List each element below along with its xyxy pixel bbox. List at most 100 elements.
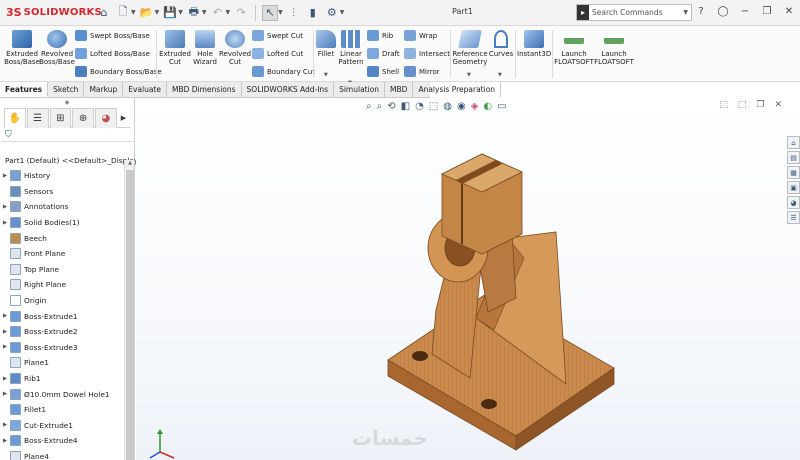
- print-dropdown-icon[interactable]: ▼: [202, 9, 207, 16]
- extruded-boss-button[interactable]: Extruded Boss/Base: [3, 30, 41, 66]
- expand-arrow-icon[interactable]: ▶: [0, 329, 10, 335]
- boundary-boss-button[interactable]: Boundary Boss/Base: [75, 66, 162, 77]
- rib-button[interactable]: Rib: [367, 30, 393, 41]
- tab-mbd-dimensions[interactable]: MBD Dimensions: [167, 82, 242, 97]
- tree-item-sensors[interactable]: Sensors: [0, 184, 124, 200]
- tree-item-history[interactable]: ▶ History: [0, 168, 124, 184]
- tab-sketch[interactable]: Sketch: [48, 82, 85, 97]
- curves-button[interactable]: Curves: [488, 30, 514, 58]
- revolved-cut-button[interactable]: Revolved Cut: [219, 30, 251, 66]
- scroll-up-icon[interactable]: ▲: [126, 160, 134, 168]
- expand-arrow-icon[interactable]: ▶: [0, 422, 10, 428]
- boundary-cut-button[interactable]: Boundary Cut: [252, 66, 315, 77]
- minimize-icon[interactable]: −: [738, 4, 752, 18]
- wrap-button[interactable]: Wrap: [404, 30, 437, 41]
- hole-wizard-button[interactable]: Hole Wizard: [191, 30, 219, 66]
- shell-button[interactable]: Shell: [367, 66, 399, 77]
- save-dropdown-icon[interactable]: ▼: [178, 9, 183, 16]
- feature-manager-tab-icon[interactable]: ✋: [4, 108, 26, 128]
- options-dropdown-icon[interactable]: ▼: [340, 9, 345, 16]
- expand-arrow-icon[interactable]: ▶: [0, 220, 10, 226]
- filter-icon[interactable]: ⛉: [0, 128, 134, 142]
- undo-icon[interactable]: ↶: [210, 5, 226, 21]
- tree-item-rib1[interactable]: ▶ Rib1: [0, 371, 124, 387]
- open-folder-icon[interactable]: 📂: [139, 5, 155, 21]
- lofted-boss-button[interactable]: Lofted Boss/Base: [75, 48, 150, 59]
- tree-item-plane1[interactable]: Plane1: [0, 355, 124, 371]
- select-dropdown-icon[interactable]: ▼: [278, 9, 283, 16]
- restore-icon[interactable]: ❐: [760, 4, 774, 18]
- help-icon[interactable]: ?: [694, 4, 708, 18]
- revolved-boss-button[interactable]: Revolved Boss/Base: [39, 30, 75, 66]
- display-manager-tab-icon[interactable]: ◕: [95, 108, 117, 128]
- extruded-cut-button[interactable]: Extruded Cut: [159, 30, 191, 66]
- options-gear-icon[interactable]: ⚙: [324, 5, 340, 21]
- graphics-area[interactable]: ⌕ ⌕ ⟲ ◧ ◔ ⬚ ◍ ◉ ◈ ◐ ▭ ⬚ ⬚ ❐ ✕ ⌂ ▤ ▦ ▣ ◕ …: [136, 98, 800, 460]
- fillet-button[interactable]: Fillet: [315, 30, 337, 58]
- tab-markup[interactable]: Markup: [84, 82, 124, 97]
- new-document-icon[interactable]: 🗋: [115, 5, 131, 21]
- tree-item-right-plane[interactable]: Right Plane: [0, 277, 124, 293]
- mirror-button[interactable]: Mirror: [404, 66, 440, 77]
- panel-tabs-more-icon[interactable]: ▶: [118, 108, 129, 128]
- tree-item-top-plane[interactable]: Top Plane: [0, 262, 124, 278]
- rebuild-icon[interactable]: ▮: [305, 5, 321, 21]
- tree-item-origin[interactable]: Origin: [0, 293, 124, 309]
- swept-cut-button[interactable]: Swept Cut: [252, 30, 303, 41]
- tree-item-beech[interactable]: Beech: [0, 230, 124, 246]
- part-model[interactable]: [136, 98, 800, 460]
- tab-simulation[interactable]: Simulation: [334, 82, 386, 97]
- traffic-light-icon[interactable]: ⋮: [286, 5, 302, 21]
- tree-root[interactable]: Part1 (Default) <<Default>_Display: [2, 153, 138, 169]
- open-dropdown-icon[interactable]: ▼: [155, 9, 160, 16]
- expand-arrow-icon[interactable]: ▶: [0, 313, 10, 319]
- tree-item-annotations[interactable]: ▶ Annotations: [0, 199, 124, 215]
- expand-arrow-icon[interactable]: ▶: [0, 391, 10, 397]
- tree-item-plane4[interactable]: Plane4: [0, 449, 124, 460]
- panel-grip-icon[interactable]: ◆: [0, 98, 134, 108]
- launch-floatsoft-button-1[interactable]: Launch FLOATSOFT: [554, 30, 594, 66]
- lofted-cut-button[interactable]: Lofted Cut: [252, 48, 303, 59]
- tree-item--10-0mm-dowel-hole1[interactable]: ▶ Ø10.0mm Dowel Hole1: [0, 386, 124, 402]
- tab-mbd[interactable]: MBD: [385, 82, 414, 97]
- instant3d-button[interactable]: Instant3D: [517, 30, 551, 58]
- expand-arrow-icon[interactable]: ▶: [0, 173, 10, 179]
- search-commands-box[interactable]: ▸ Search Commands ▼: [576, 4, 692, 21]
- configuration-manager-tab-icon[interactable]: ⊞: [49, 108, 72, 128]
- draft-button[interactable]: Draft: [367, 48, 400, 59]
- tab-features[interactable]: Features: [0, 82, 49, 97]
- close-icon[interactable]: ✕: [782, 4, 796, 18]
- dimxpert-manager-tab-icon[interactable]: ⊕: [72, 108, 94, 128]
- expand-arrow-icon[interactable]: ▶: [0, 376, 10, 382]
- home-icon[interactable]: ⌂: [96, 5, 112, 21]
- print-icon[interactable]: 🖶: [186, 5, 202, 21]
- intersect-button[interactable]: Intersect: [404, 48, 450, 59]
- new-dropdown-icon[interactable]: ▼: [131, 9, 136, 16]
- tab-solidworks-add-ins[interactable]: SOLIDWORKS Add-Ins: [242, 82, 335, 97]
- tree-item-solid-bodies-1-[interactable]: ▶ Solid Bodies(1): [0, 215, 124, 231]
- expand-arrow-icon[interactable]: ▶: [0, 438, 10, 444]
- save-icon[interactable]: 💾: [162, 5, 178, 21]
- curves-dropdown-icon[interactable]: ▼: [498, 72, 502, 78]
- launch-floatsoft-button-2[interactable]: Launch FLOATSOFT: [594, 30, 634, 66]
- reference-geometry-dropdown-icon[interactable]: ▼: [467, 72, 471, 78]
- tree-item-boss-extrude4[interactable]: ▶ Boss-Extrude4: [0, 433, 124, 449]
- tree-item-boss-extrude2[interactable]: ▶ Boss-Extrude2: [0, 324, 124, 340]
- expand-arrow-icon[interactable]: ▶: [0, 344, 10, 350]
- expand-arrow-icon[interactable]: ▶: [0, 204, 10, 210]
- linear-pattern-button[interactable]: Linear Pattern: [337, 30, 365, 66]
- undo-dropdown-icon[interactable]: ▼: [226, 9, 231, 16]
- tab-evaluate[interactable]: Evaluate: [123, 82, 167, 97]
- user-icon[interactable]: ◯: [716, 4, 730, 18]
- scrollbar-thumb[interactable]: [126, 170, 134, 460]
- tree-item-boss-extrude1[interactable]: ▶ Boss-Extrude1: [0, 308, 124, 324]
- redo-icon[interactable]: ↷: [233, 5, 249, 21]
- tree-item-fillet1[interactable]: Fillet1: [0, 402, 124, 418]
- fillet-dropdown-icon[interactable]: ▼: [324, 72, 328, 78]
- tree-scrollbar[interactable]: ▲: [124, 160, 134, 460]
- tree-item-boss-extrude3[interactable]: ▶ Boss-Extrude3: [0, 340, 124, 356]
- select-arrow-icon[interactable]: ↖: [262, 4, 279, 21]
- tree-item-front-plane[interactable]: Front Plane: [0, 246, 124, 262]
- swept-boss-button[interactable]: Swept Boss/Base: [75, 30, 150, 41]
- tab-analysis-preparation[interactable]: Analysis Preparation: [413, 82, 502, 97]
